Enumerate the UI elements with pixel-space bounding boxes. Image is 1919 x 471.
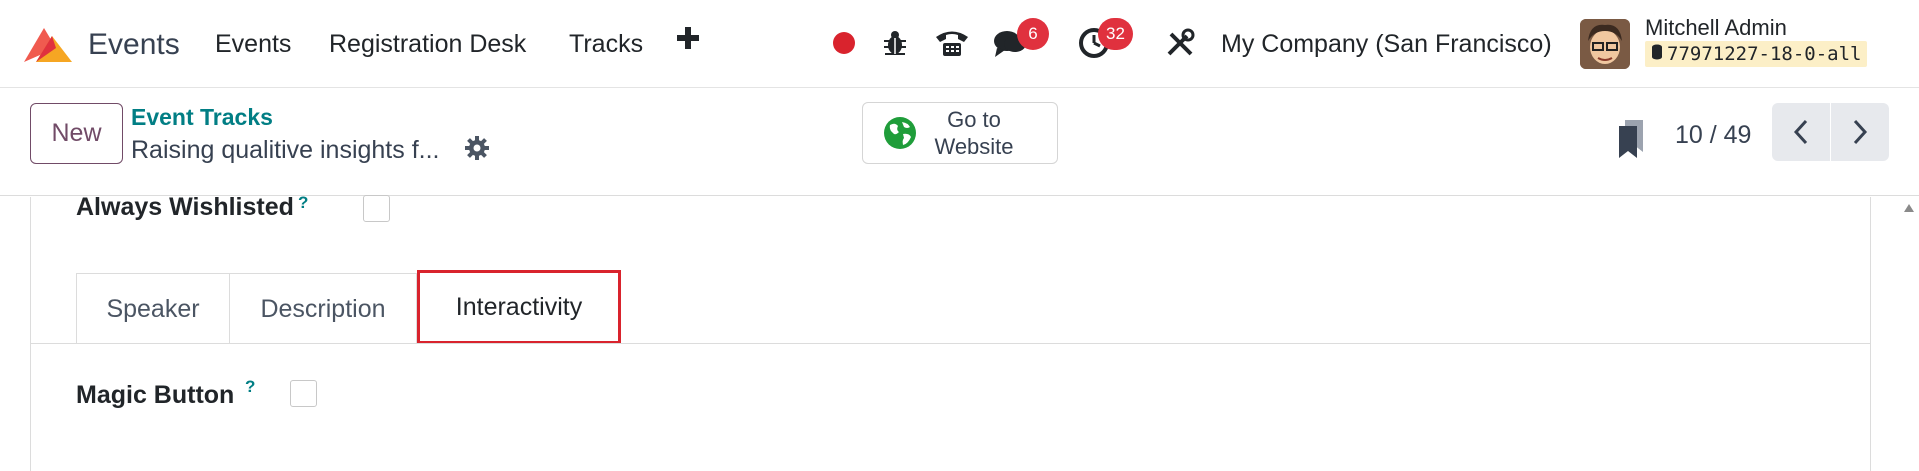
- chevron-left-icon: [1793, 119, 1808, 145]
- record-name: Raising qualitive insights f...: [131, 136, 440, 164]
- chevron-right-icon: [1853, 119, 1868, 145]
- new-button[interactable]: New: [30, 103, 123, 164]
- magic-button-checkbox[interactable]: [290, 380, 317, 407]
- pager-value[interactable]: 10 / 49: [1675, 121, 1751, 150]
- menu-item-events[interactable]: Events: [215, 30, 291, 59]
- tabs-divider: [31, 343, 1871, 344]
- phone-icon[interactable]: [932, 26, 972, 60]
- always-wishlisted-label: Always Wishlisted: [76, 193, 294, 221]
- tab-speaker[interactable]: Speaker: [76, 273, 230, 344]
- app-name[interactable]: Events: [88, 28, 180, 62]
- settings-tools-icon[interactable]: [1163, 26, 1197, 60]
- user-name[interactable]: Mitchell Admin: [1645, 15, 1787, 41]
- plus-icon[interactable]: [676, 26, 700, 50]
- menu-item-registration-desk[interactable]: Registration Desk: [329, 30, 526, 59]
- messages-badge: 6: [1017, 18, 1049, 50]
- form-content: Always Wishlisted ? Speaker Description …: [0, 193, 1919, 471]
- go-to-website-button[interactable]: Go to Website: [862, 102, 1058, 164]
- database-tag: 77971227-18-0-all: [1645, 41, 1868, 67]
- menu-item-tracks[interactable]: Tracks: [569, 30, 643, 59]
- activities-badge: 32: [1098, 18, 1133, 50]
- always-wishlisted-help-icon[interactable]: ?: [298, 193, 308, 213]
- tab-interactivity[interactable]: Interactivity: [417, 270, 621, 344]
- gear-icon[interactable]: [464, 135, 492, 163]
- company-switcher[interactable]: My Company (San Francisco): [1221, 30, 1552, 59]
- tab-description[interactable]: Description: [229, 273, 417, 344]
- top-navbar: Events Events Registration Desk Tracks 6…: [0, 0, 1919, 88]
- globe-icon: [883, 116, 917, 150]
- odoo-events-logo-icon[interactable]: [22, 24, 74, 64]
- go-to-website-label: Go to Website: [934, 107, 1014, 159]
- database-name: 77971227-18-0-all: [1667, 43, 1862, 65]
- pager-next-button[interactable]: [1831, 103, 1889, 161]
- control-panel: New Event Tracks Raising qualitive insig…: [0, 88, 1919, 196]
- bug-icon[interactable]: [878, 26, 912, 60]
- database-icon: [1651, 43, 1663, 65]
- user-avatar[interactable]: [1580, 19, 1630, 69]
- breadcrumb-event-tracks[interactable]: Event Tracks: [131, 104, 273, 131]
- scroll-up-arrow-icon[interactable]: [1903, 200, 1915, 216]
- always-wishlisted-checkbox[interactable]: [363, 195, 390, 222]
- recording-dot-icon[interactable]: [827, 26, 861, 60]
- magic-button-help-icon[interactable]: ?: [245, 377, 255, 397]
- pager-previous-button[interactable]: [1772, 103, 1830, 161]
- magic-button-label: Magic Button: [76, 381, 235, 409]
- bookmark-icon[interactable]: [1617, 118, 1645, 158]
